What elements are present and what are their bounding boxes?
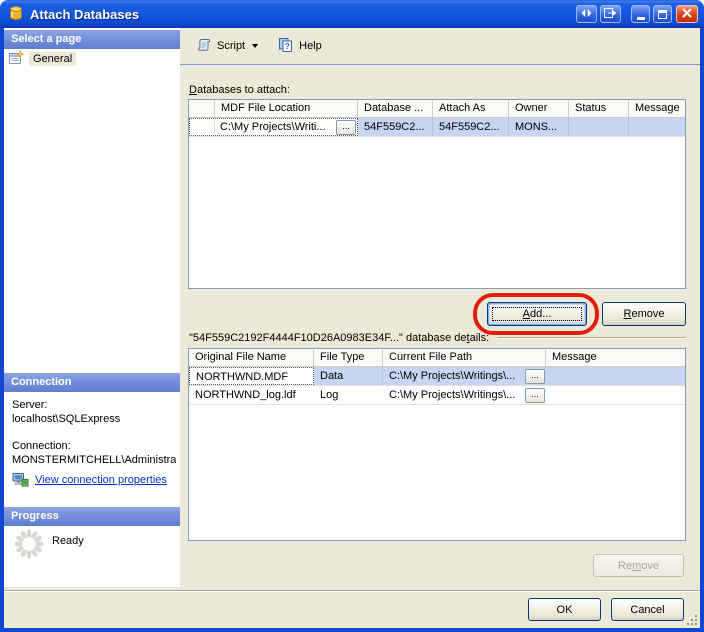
browse-button[interactable]: ... [336, 120, 356, 135]
remove-button[interactable]: Remove [602, 302, 686, 326]
cancel-button[interactable]: Cancel [611, 598, 684, 621]
browse-button[interactable]: ... [525, 388, 545, 403]
maximize-icon [658, 10, 667, 19]
script-button[interactable]: Script [188, 33, 266, 60]
col-file-type[interactable]: File Type [314, 349, 383, 366]
col-current-file-path[interactable]: Current File Path [383, 349, 546, 366]
svg-text:?: ? [285, 41, 290, 51]
col-owner[interactable]: Owner [509, 100, 569, 117]
col-status[interactable]: Status [569, 100, 629, 117]
title-bar[interactable]: Attach Databases [0, 0, 704, 28]
sidebar-item-label: General [29, 52, 76, 66]
ok-button[interactable]: OK [528, 598, 601, 621]
col-database[interactable]: Database ... [358, 100, 433, 117]
toolbar: Script ? Help [180, 28, 700, 65]
cell-attach-as[interactable]: 54F559C2... [433, 118, 509, 136]
remove-button-label: Remove [624, 308, 665, 320]
cell-status[interactable] [569, 118, 629, 136]
divider-line [497, 337, 686, 339]
attach-databases-dialog: Attach Databases [0, 0, 704, 632]
minimize-icon [637, 17, 645, 20]
sidebar-item-general[interactable]: General [8, 50, 76, 68]
details-grid: Original File Name File Type Current Fil… [188, 348, 686, 541]
cell-original-file-name[interactable]: NORTHWND_log.ldf [189, 386, 314, 404]
browse-button[interactable]: ... [525, 369, 545, 384]
dock-window-icon [604, 8, 617, 21]
close-button[interactable] [676, 5, 698, 23]
add-button-label: Add... [523, 308, 552, 320]
server-value: localhost\SQLExpress [12, 413, 120, 425]
left-right-arrows-icon [581, 8, 592, 20]
connection-header: Connection [4, 373, 180, 392]
remove-details-button-disabled: Remove [593, 554, 684, 577]
maximize-button[interactable] [653, 5, 672, 23]
cell-original-file-name[interactable]: NORTHWND.MDF [189, 367, 314, 385]
databases-to-attach-label: Databases to attach: [189, 84, 290, 96]
col-mdf-file-location[interactable]: MDF File Location [215, 100, 358, 117]
cell-message[interactable] [546, 386, 685, 404]
resize-grip[interactable] [695, 623, 697, 625]
dock-button[interactable] [600, 5, 621, 23]
computer-icon [12, 471, 29, 490]
row-focus-cells: C:\My Projects\Writi... ... [189, 118, 358, 136]
cell-file-type[interactable]: Log [314, 386, 383, 404]
view-connection-properties-link[interactable]: View connection properties [12, 471, 167, 489]
minimize-button[interactable] [631, 5, 650, 23]
progress-status: Ready [52, 535, 84, 547]
cell-file-type[interactable]: Data [314, 367, 383, 385]
col-original-file-name[interactable]: Original File Name [189, 349, 314, 366]
window-title: Attach Databases [30, 7, 576, 22]
spinner-icon [12, 527, 46, 564]
cell-current-file-path[interactable]: C:\My Projects\Writings\... ... [383, 386, 546, 404]
scroll-icon [196, 37, 212, 56]
page-icon [8, 50, 24, 69]
cell-message[interactable] [629, 118, 685, 136]
col-message[interactable]: Message [546, 349, 685, 366]
arrows-button[interactable] [576, 5, 597, 23]
cell-current-file-path[interactable]: C:\My Projects\Writings\... ... [383, 367, 546, 385]
server-label: Server: [12, 399, 47, 411]
table-row[interactable]: C:\My Projects\Writi... ... 54F559C2... … [189, 118, 685, 137]
col-message[interactable]: Message [629, 100, 685, 117]
footer-divider [4, 590, 700, 592]
cell-mdf-file-location[interactable]: C:\My Projects\Writi... ... [215, 119, 357, 135]
table-row[interactable]: NORTHWND.MDF Data C:\My Projects\Writing… [189, 367, 685, 386]
close-icon [682, 8, 692, 21]
help-label: Help [299, 40, 322, 52]
database-icon [8, 5, 24, 24]
footer: OK Cancel [4, 587, 700, 628]
connection-value: MONSTERMITCHELL\Administra [12, 454, 176, 466]
col-selector[interactable] [189, 100, 215, 117]
dropdown-arrow-icon [252, 44, 258, 48]
link-label[interactable]: View connection properties [35, 474, 167, 486]
details-label-row: "54F559C2192F4444F10D26A0983E34F..." dat… [189, 332, 686, 344]
database-details-label: "54F559C2192F4444F10D26A0983E34F..." dat… [189, 332, 489, 344]
databases-grid-header: MDF File Location Database ... Attach As… [189, 100, 685, 118]
connection-label: Connection: [12, 440, 71, 452]
add-button[interactable]: Add... [487, 302, 587, 326]
databases-grid: MDF File Location Database ... Attach As… [188, 99, 686, 289]
progress-header: Progress [4, 507, 180, 526]
col-attach-as[interactable]: Attach As [433, 100, 509, 117]
sidebar: Select a page General Connection Server:… [4, 28, 180, 587]
content-pane: Script ? Help Databases to attach: MDF [180, 28, 700, 587]
cell-owner[interactable]: MONS... [509, 118, 569, 136]
help-button[interactable]: ? Help [270, 33, 330, 60]
cell-message[interactable] [546, 367, 685, 385]
cell-database[interactable]: 54F559C2... [358, 118, 433, 136]
script-label: Script [217, 40, 245, 52]
help-pages-icon: ? [278, 37, 294, 56]
details-grid-header: Original File Name File Type Current Fil… [189, 349, 685, 367]
row-selector-cell[interactable] [190, 119, 215, 135]
table-row[interactable]: NORTHWND_log.ldf Log C:\My Projects\Writ… [189, 386, 685, 405]
remove-details-label: Remove [618, 560, 659, 572]
select-a-page-header: Select a page [4, 30, 180, 49]
